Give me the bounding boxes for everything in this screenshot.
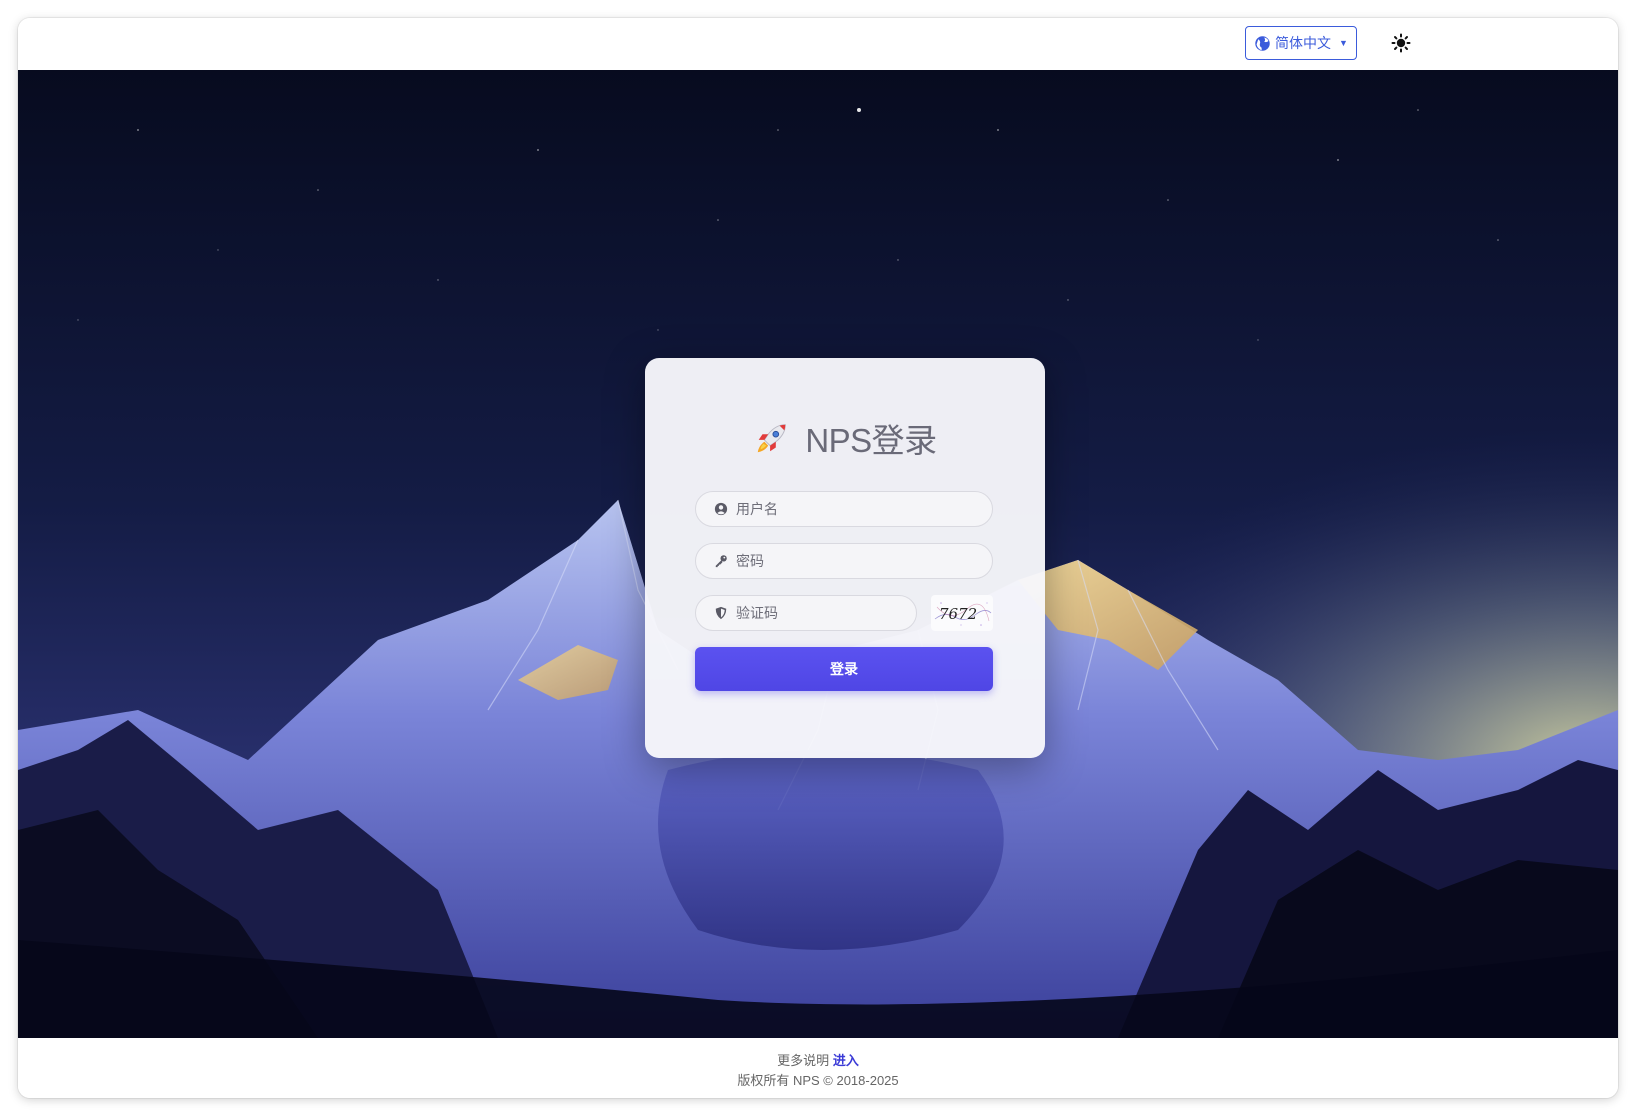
password-field[interactable] bbox=[695, 543, 993, 579]
captcha-image[interactable]: 7672 bbox=[931, 595, 993, 631]
page-footer: 更多说明 进入 版权所有 NPS © 2018-2025 bbox=[18, 1038, 1618, 1098]
login-card: NPS登录 用户名 验证码 7672 登录 bbox=[645, 358, 1045, 758]
top-navbar: 简体中文 ▼ bbox=[18, 18, 1618, 70]
browser-window: 简体中文 ▼ NPS登录 用户名 验证码 7672 登录 更多说明 进入 版权所… bbox=[18, 18, 1618, 1098]
username-field[interactable] bbox=[695, 491, 993, 527]
username-input[interactable] bbox=[736, 501, 976, 517]
login-title: NPS登录 bbox=[805, 422, 937, 459]
language-dropdown[interactable]: 简体中文 ▼ bbox=[1245, 26, 1357, 60]
login-button[interactable]: 登录 bbox=[695, 647, 993, 691]
captcha-text: 7672 bbox=[939, 605, 977, 623]
theme-toggle[interactable] bbox=[1388, 30, 1414, 56]
language-label: 简体中文 bbox=[1275, 35, 1332, 51]
chevron-down-icon: ▼ bbox=[1339, 38, 1348, 48]
footer-copyright: 版权所有 NPS © 2018-2025 bbox=[737, 1073, 899, 1088]
rocket-icon bbox=[758, 424, 787, 453]
captcha-field[interactable] bbox=[695, 595, 917, 631]
shield-icon bbox=[715, 606, 727, 620]
captcha-input[interactable] bbox=[736, 605, 906, 621]
footer-more-info: 更多说明 进入 bbox=[18, 1050, 1618, 1069]
login-header: NPS登录 bbox=[645, 416, 1045, 460]
key-icon bbox=[715, 555, 727, 568]
more-info-label: 更多说明 bbox=[777, 1053, 830, 1068]
user-circle-icon bbox=[714, 502, 728, 516]
password-input[interactable] bbox=[736, 553, 976, 569]
sun-icon bbox=[1391, 33, 1411, 53]
globe-icon bbox=[1255, 35, 1270, 51]
enter-link[interactable]: 进入 bbox=[833, 1053, 859, 1068]
